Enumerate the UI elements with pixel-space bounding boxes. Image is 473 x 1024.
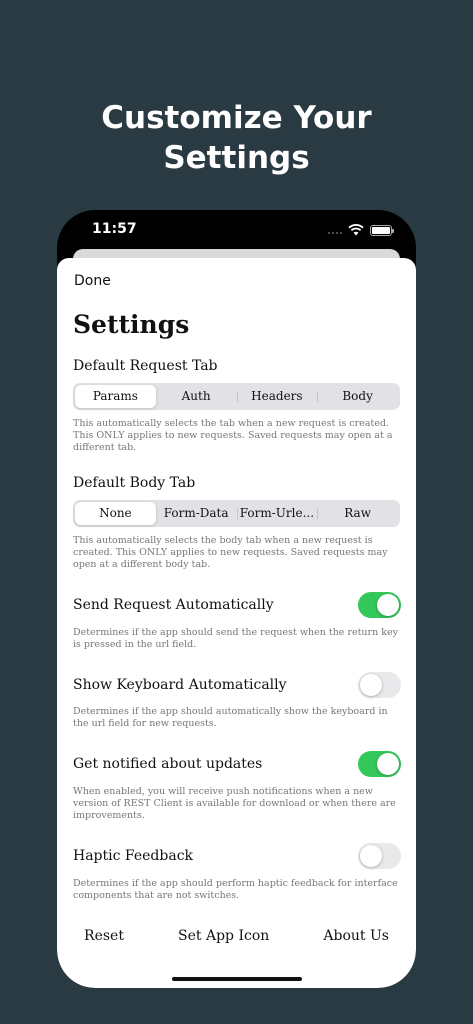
about-us-button[interactable]: About Us: [323, 928, 389, 944]
show-keyboard-automatically-hint: Determines if the app should automatical…: [73, 706, 388, 729]
battery-icon: [370, 224, 394, 236]
segment-none[interactable]: None: [75, 502, 156, 525]
toggle-knob: [360, 845, 382, 867]
default-body-tab-hint: This automatically selects the body tab …: [73, 535, 388, 570]
send-request-automatically-hint: Determines if the app should send the re…: [73, 627, 398, 650]
segment-body[interactable]: Body: [317, 385, 398, 408]
phone-frame: 11:57 Done Settings Default Request Tab …: [57, 210, 416, 988]
show-keyboard-automatically-toggle[interactable]: [358, 672, 401, 698]
headline-line-2: Settings: [163, 140, 310, 176]
headline: Customize Your Settings: [0, 98, 473, 178]
get-notified-toggle[interactable]: [358, 751, 401, 777]
default-request-tab-label: Default Request Tab: [73, 358, 218, 374]
segment-raw[interactable]: Raw: [317, 502, 398, 525]
haptic-feedback-toggle[interactable]: [358, 843, 401, 869]
segment-headers[interactable]: Headers: [236, 385, 318, 408]
segment-params[interactable]: Params: [75, 385, 156, 408]
haptic-feedback-label: Haptic Feedback: [73, 848, 194, 864]
show-keyboard-automatically-label: Show Keyboard Automatically: [73, 677, 287, 693]
haptic-feedback-hint: Determines if the app should perform hap…: [73, 878, 398, 901]
wifi-icon: [348, 224, 364, 236]
home-indicator: [172, 977, 302, 981]
default-request-tab-hint: This automatically selects the tab when …: [73, 418, 393, 453]
page-title: Settings: [73, 310, 190, 339]
toggle-knob: [377, 753, 399, 775]
send-request-automatically-label: Send Request Automatically: [73, 597, 274, 613]
toggle-knob: [360, 674, 382, 696]
cellular-signal-icon: [328, 226, 342, 234]
headline-line-1: Customize Your: [101, 100, 372, 136]
default-body-tab-control: None Form-Data Form-Urle... Raw: [73, 500, 400, 527]
status-time: 11:57: [92, 221, 137, 237]
get-notified-label: Get notified about updates: [73, 756, 263, 772]
bottom-actions: Reset Set App Icon About Us: [57, 928, 416, 944]
status-icons: [328, 224, 394, 236]
send-request-automatically-toggle[interactable]: [358, 592, 401, 618]
set-app-icon-button[interactable]: Set App Icon: [178, 928, 269, 944]
done-button[interactable]: Done: [74, 273, 111, 289]
default-request-tab-control: Params Auth Headers Body: [73, 383, 400, 410]
segment-auth[interactable]: Auth: [156, 385, 237, 408]
toggle-knob: [377, 594, 399, 616]
reset-button[interactable]: Reset: [84, 928, 124, 944]
get-notified-hint: When enabled, you will receive push noti…: [73, 786, 396, 821]
default-body-tab-label: Default Body Tab: [73, 475, 196, 491]
segment-form-data[interactable]: Form-Data: [156, 502, 237, 525]
settings-sheet: Done Settings Default Request Tab Params…: [57, 258, 416, 988]
segment-form-urlencoded[interactable]: Form-Urle...: [236, 502, 318, 525]
